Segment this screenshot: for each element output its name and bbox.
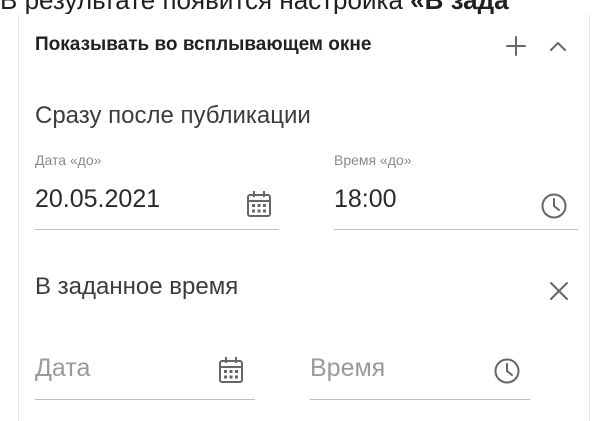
clock-icon[interactable] bbox=[493, 357, 521, 385]
page-header-bold: «В зада bbox=[410, 0, 509, 15]
date-until-field[interactable]: Дата «до» 20.05.2021 bbox=[35, 152, 279, 230]
date-until-value[interactable]: 20.05.2021 bbox=[35, 185, 160, 214]
scheduled-date-placeholder[interactable]: Дата bbox=[35, 354, 90, 383]
scheduled-time-field[interactable]: Время bbox=[310, 344, 530, 400]
time-until-label: Время «до» bbox=[334, 152, 412, 168]
scheduled-date-field[interactable]: Дата bbox=[35, 344, 255, 400]
close-icon[interactable] bbox=[548, 280, 570, 302]
scheduled-date-underline bbox=[35, 399, 255, 400]
scheduled-time-placeholder[interactable]: Время bbox=[310, 354, 385, 383]
page-header-regular: В результате появится настройка bbox=[0, 0, 411, 15]
time-until-underline bbox=[334, 229, 578, 230]
date-until-underline bbox=[35, 229, 279, 230]
panel-title: Показывать во всплывающем окне bbox=[35, 34, 372, 55]
calendar-icon[interactable] bbox=[218, 356, 244, 384]
time-until-value[interactable]: 18:00 bbox=[334, 185, 397, 214]
popup-settings-panel: Показывать во всплывающем окне Сразу пос… bbox=[18, 14, 590, 421]
immediate-section-title: Сразу после публикации bbox=[35, 102, 311, 129]
chevron-up-icon[interactable] bbox=[548, 39, 568, 53]
date-until-label: Дата «до» bbox=[35, 152, 102, 168]
scheduled-section-title: В заданное время bbox=[35, 273, 239, 300]
scheduled-time-underline bbox=[310, 399, 530, 400]
page-header-text: В результате появится настройка «В зада bbox=[0, 0, 601, 15]
time-until-field[interactable]: Время «до» 18:00 bbox=[334, 152, 578, 230]
clock-icon[interactable] bbox=[540, 192, 568, 220]
calendar-icon[interactable] bbox=[246, 190, 272, 218]
plus-icon[interactable] bbox=[504, 34, 528, 58]
